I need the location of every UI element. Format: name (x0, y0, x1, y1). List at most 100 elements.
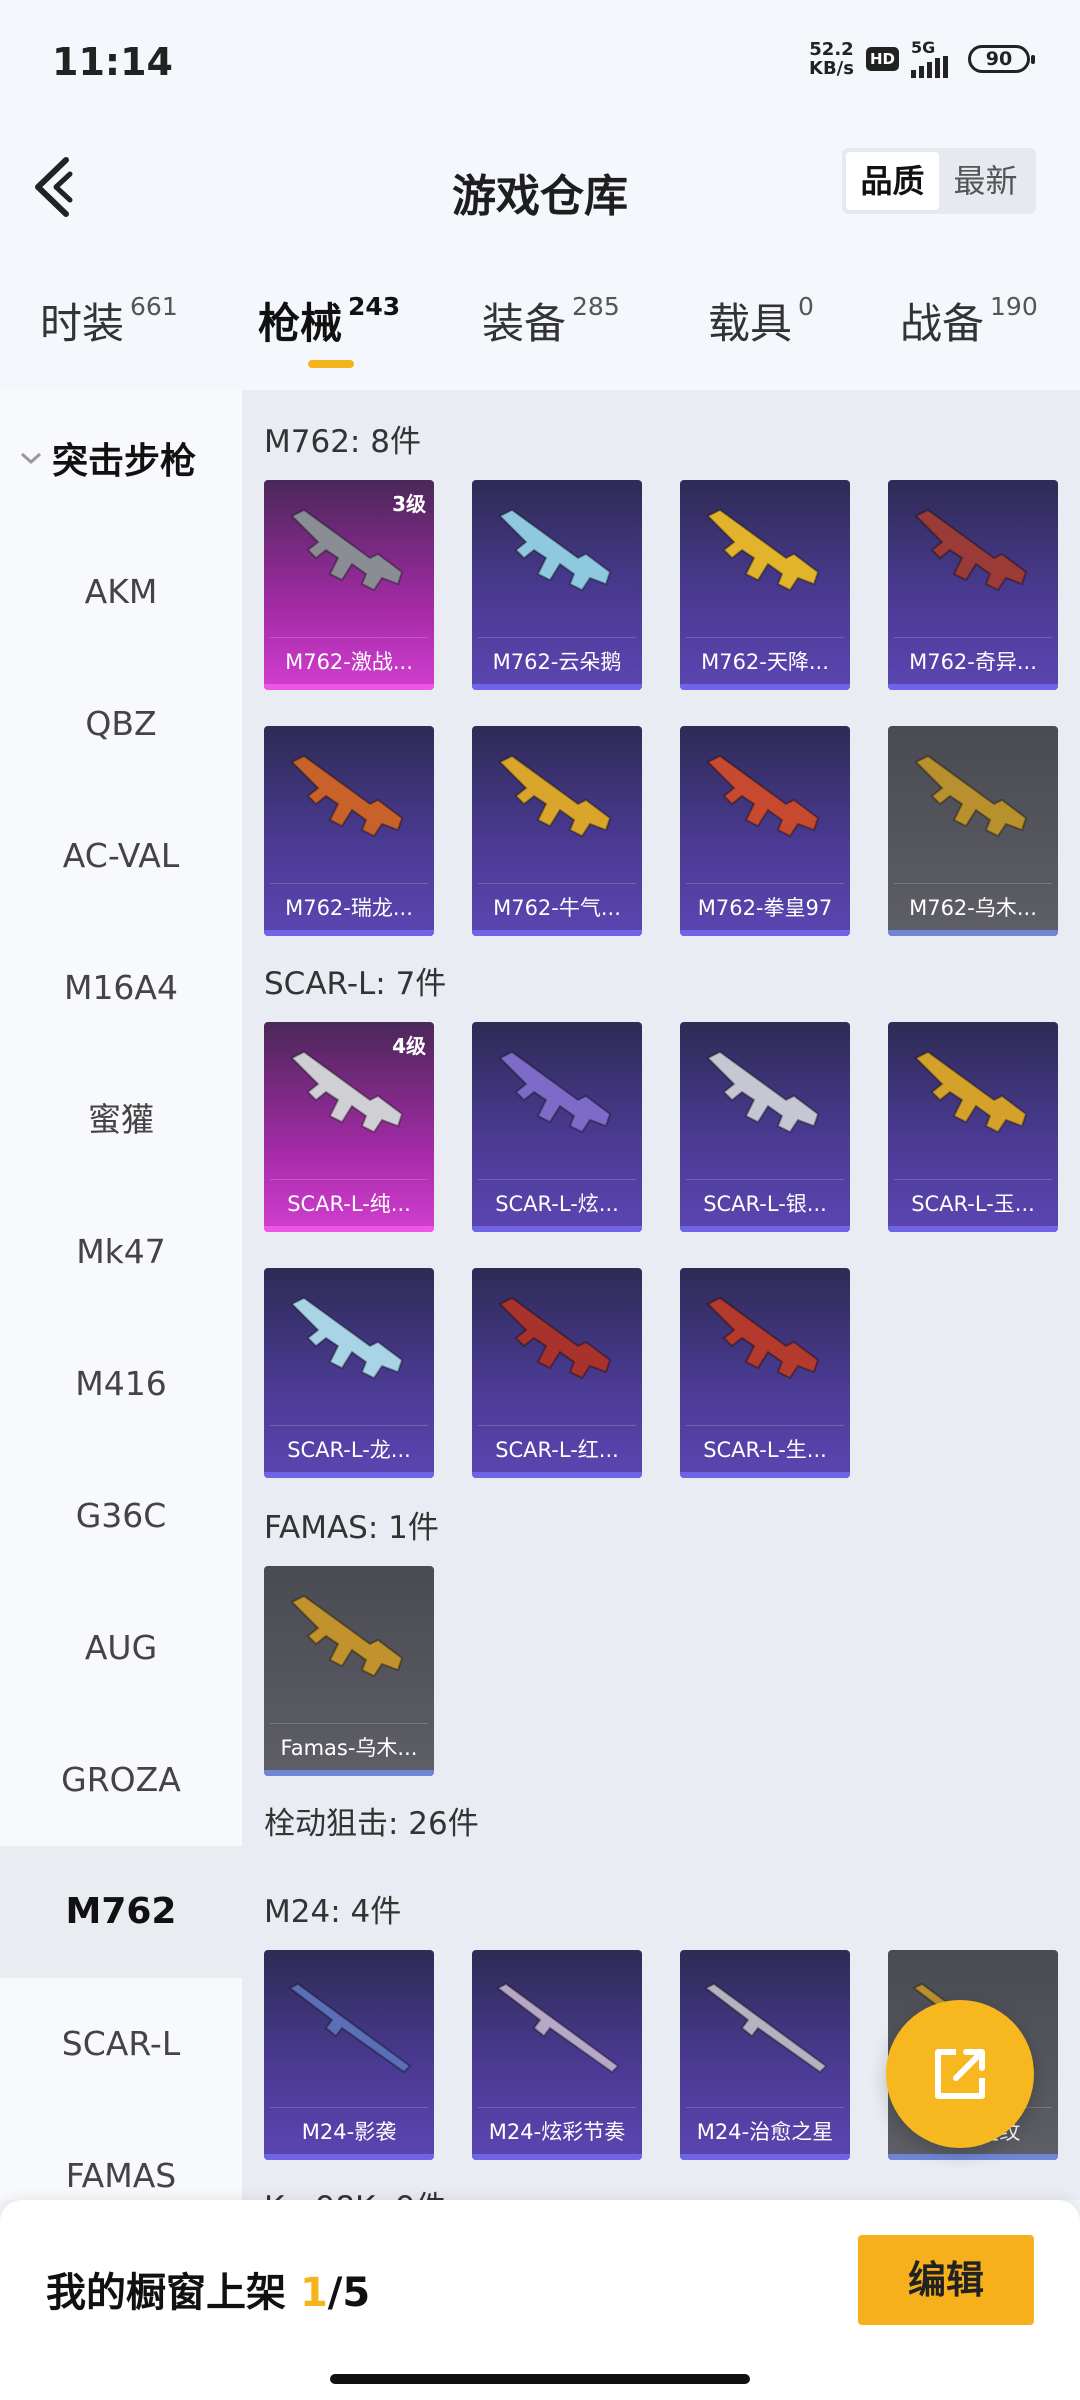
skin-name: M762-激战... (285, 650, 413, 674)
card-rarity-bar (264, 1770, 434, 1776)
skin-name: SCAR-L-龙... (287, 1438, 411, 1462)
card-rarity-bar (472, 1226, 642, 1232)
sidebar-item-honey-badger[interactable]: 蜜獾 (0, 1054, 242, 1186)
card-rarity-bar (264, 2154, 434, 2160)
weapon-skin-icon (498, 1296, 612, 1380)
sidebar-item-famas[interactable]: FAMAS (0, 2110, 242, 2200)
sort-toggle: 品质 最新 (842, 148, 1036, 214)
signal-icon: 5G (911, 40, 948, 78)
weapon-skin-icon (706, 508, 820, 592)
app-header: 游戏仓库 品质 最新 (0, 130, 1080, 260)
status-time: 11:14 (52, 40, 173, 84)
section-title-m762: M762: 8件 (264, 424, 421, 460)
weapon-skin-icon (914, 754, 1028, 838)
card-rarity-bar (680, 1472, 850, 1478)
card-rarity-bar (680, 1226, 850, 1232)
skin-card[interactable]: SCAR-L-龙... (264, 1268, 434, 1478)
skin-card[interactable]: SCAR-L-炫... (472, 1022, 642, 1232)
skin-name: SCAR-L-玉... (911, 1192, 1035, 1216)
weapon-skin-icon (914, 1050, 1028, 1134)
skin-card[interactable]: SCAR-L-红... (472, 1268, 642, 1478)
sidebar-item-m416[interactable]: M416 (0, 1318, 242, 1450)
share-button[interactable] (886, 2000, 1034, 2148)
skin-card[interactable]: SCAR-L-银... (680, 1022, 850, 1232)
card-divider (686, 2107, 844, 2108)
card-rarity-bar (264, 1226, 434, 1232)
tab-firearms[interactable]: 枪械 243 (258, 290, 400, 351)
skin-card[interactable]: M762-瑞龙... (264, 726, 434, 936)
skin-name: M762-天降... (701, 650, 829, 674)
section-title-kar98k: Kar98K: 9件 (264, 2182, 446, 2200)
skin-name: M762-乌木... (909, 896, 1037, 920)
weapon-skin-icon (496, 1982, 620, 2074)
card-rarity-bar (680, 2154, 850, 2160)
home-indicator (330, 2374, 750, 2384)
edit-button[interactable]: 编辑 (858, 2235, 1034, 2325)
card-rarity-bar (472, 1472, 642, 1478)
sidebar-item-scar-l[interactable]: SCAR-L (0, 1978, 242, 2110)
skin-name: M762-瑞龙... (285, 896, 413, 920)
card-divider (894, 883, 1052, 884)
weapon-skin-icon (290, 1296, 404, 1380)
skin-card[interactable]: M762-牛气... (472, 726, 642, 936)
weapon-grid: M762: 8件 3级 M762-激战... M762-云朵鹅 M762-天降... M… (242, 390, 1080, 2200)
battery-icon: 90 (968, 45, 1035, 73)
sidebar-item-qbz[interactable]: QBZ (0, 658, 242, 790)
skin-card[interactable]: M762-拳皇97 (680, 726, 850, 936)
skin-card[interactable]: 4级 SCAR-L-纯... (264, 1022, 434, 1232)
skin-name: M24-治愈之星 (696, 2120, 834, 2144)
tab-vehicles[interactable]: 载具 0 (708, 290, 814, 351)
skin-card[interactable]: M762-云朵鹅 (472, 480, 642, 690)
sidebar-item-m762[interactable]: M762 (0, 1846, 242, 1978)
card-divider (270, 637, 428, 638)
skin-card[interactable]: SCAR-L-生... (680, 1268, 850, 1478)
sidebar-item-g36c[interactable]: G36C (0, 1450, 242, 1582)
sidebar-item-akm[interactable]: AKM (0, 526, 242, 658)
weapon-skin-icon (706, 754, 820, 838)
tab-equipment[interactable]: 装备 285 (482, 290, 620, 351)
skin-card[interactable]: M24-治愈之星 (680, 1950, 850, 2160)
skin-card[interactable]: M24-影袭 (264, 1950, 434, 2160)
card-rarity-bar (472, 684, 642, 690)
skin-card[interactable]: M762-奇异... (888, 480, 1058, 690)
card-divider (270, 1723, 428, 1724)
skin-level-badge: 4级 (392, 1034, 426, 1058)
sidebar-item-groza[interactable]: GROZA (0, 1714, 242, 1846)
skin-card[interactable]: 3级 M762-激战... (264, 480, 434, 690)
skin-card[interactable]: M24-炫彩节奏 (472, 1950, 642, 2160)
skin-card[interactable]: Famas-乌木... (264, 1566, 434, 1776)
showcase-bar: 我的橱窗上架 1/5 编辑 (0, 2200, 1080, 2400)
tab-combat-gear[interactable]: 战备 190 (900, 290, 1038, 351)
card-divider (894, 637, 1052, 638)
weapon-skin-icon (498, 508, 612, 592)
skin-card[interactable]: M762-乌木... (888, 726, 1058, 936)
hd-badge: HD (865, 47, 899, 71)
card-divider (686, 1425, 844, 1426)
card-rarity-bar (888, 1226, 1058, 1232)
skin-name: M24-影袭 (301, 2120, 397, 2144)
sort-quality-button[interactable]: 品质 (846, 152, 939, 210)
skin-name: M762-拳皇97 (697, 896, 833, 920)
skin-name: SCAR-L-红... (495, 1438, 619, 1462)
showcase-count: 我的橱窗上架 1/5 (46, 2270, 371, 2316)
card-rarity-bar (264, 684, 434, 690)
sidebar-item-m16a4[interactable]: M16A4 (0, 922, 242, 1054)
tab-fashion[interactable]: 时装 661 (40, 290, 178, 351)
weapon-skin-icon (288, 1982, 412, 2074)
skin-name: M762-云朵鹅 (492, 650, 622, 674)
weapon-skin-icon (914, 508, 1028, 592)
status-bar: 11:14 52.2 KB/s HD 5G 90 (0, 0, 1080, 130)
card-rarity-bar (472, 930, 642, 936)
skin-card[interactable]: SCAR-L-玉... (888, 1022, 1058, 1232)
sidebar-item-aug[interactable]: AUG (0, 1582, 242, 1714)
category-tabs: 时装 661 枪械 243 装备 285 载具 0 战备 190 (0, 260, 1080, 390)
skin-name: SCAR-L-炫... (495, 1192, 619, 1216)
sidebar-item-ac-val[interactable]: AC-VAL (0, 790, 242, 922)
sidebar-item-mk47[interactable]: Mk47 (0, 1186, 242, 1318)
skin-name: SCAR-L-生... (703, 1438, 827, 1462)
sidebar-group-assault-rifles[interactable]: 突击步枪 (18, 432, 196, 484)
weapon-skin-icon (290, 1594, 404, 1678)
sort-newest-button[interactable]: 最新 (939, 152, 1032, 210)
skin-card[interactable]: M762-天降... (680, 480, 850, 690)
card-rarity-bar (264, 1472, 434, 1478)
